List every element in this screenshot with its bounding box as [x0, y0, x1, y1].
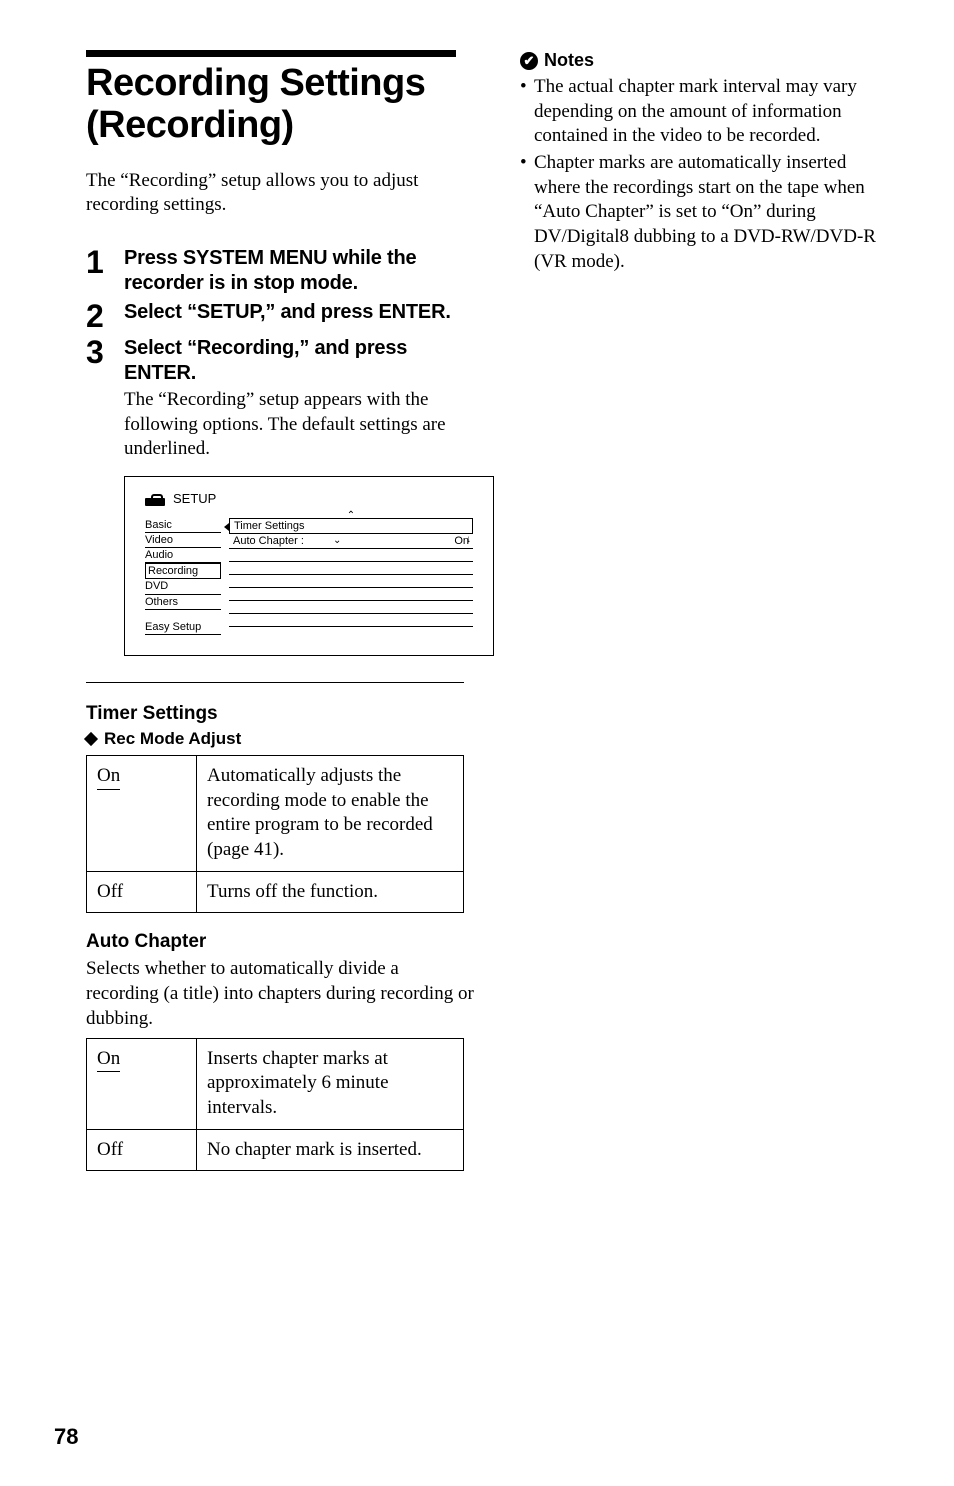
menu-item-dvd: DVD [145, 579, 221, 594]
step-1: 1 Press SYSTEM MENU while the recorder i… [86, 246, 476, 296]
option-key-cell: On [87, 1038, 197, 1129]
diamond-bullet-icon [84, 732, 98, 746]
option-desc-cell: No chapter mark is inserted. [197, 1129, 464, 1171]
table-row: On Inserts chapter marks at approximatel… [87, 1038, 464, 1129]
steps-list: 1 Press SYSTEM MENU while the recorder i… [86, 246, 476, 462]
divider [86, 682, 464, 683]
option-key-cell: On [87, 756, 197, 872]
option-desc-cell: Automatically adjusts the recording mode… [197, 756, 464, 872]
setup-header: SETUP [145, 491, 473, 506]
menu-blank-row [229, 575, 473, 588]
notes-icon: ✔ [520, 52, 538, 70]
menu-blank-row [229, 588, 473, 601]
setup-screenshot: SETUP Basic Video Audio Recording DVD Ot… [124, 476, 494, 656]
step-body: Press SYSTEM MENU while the recorder is … [124, 246, 476, 296]
step-body: Select “Recording,” and press ENTER. The… [124, 336, 476, 462]
option-key-cell: Off [87, 871, 197, 913]
step-title: Press SYSTEM MENU while the recorder is … [124, 246, 476, 296]
auto-chapter-table: On Inserts chapter marks at approximatel… [86, 1038, 464, 1172]
left-column: Recording Settings (Recording) The “Reco… [86, 50, 476, 1171]
notes-heading: ✔ Notes [520, 50, 884, 71]
intro-text: The “Recording” setup allows you to adju… [86, 169, 476, 218]
step-3: 3 Select “Recording,” and press ENTER. T… [86, 336, 476, 462]
two-column-layout: Recording Settings (Recording) The “Reco… [86, 50, 884, 1171]
setup-menu-right: ⌃ Timer Settings Auto Chapter : ⌄ On ↓ [229, 518, 473, 645]
rec-mode-subheading-label: Rec Mode Adjust [104, 729, 241, 749]
setup-menu-left: Basic Video Audio Recording DVD Others E… [145, 518, 221, 645]
menu-blank-row [229, 601, 473, 614]
step-2: 2 Select “SETUP,” and press ENTER. [86, 300, 476, 332]
menu-item-recording-selected: Recording [145, 563, 221, 579]
option-key: On [97, 1047, 120, 1073]
page-number: 78 [54, 1424, 78, 1450]
caret-down-small-icon: ⌄ [333, 535, 341, 546]
rec-mode-table: On Automatically adjusts the recording m… [86, 755, 464, 913]
menu-blank-row [229, 549, 473, 562]
option-desc-cell: Inserts chapter marks at approximately 6… [197, 1038, 464, 1129]
notes-list: The actual chapter mark interval may var… [520, 75, 884, 275]
table-row: On Automatically adjusts the recording m… [87, 756, 464, 872]
rec-mode-subheading: Rec Mode Adjust [86, 729, 476, 749]
auto-chapter-heading: Auto Chapter [86, 931, 476, 953]
menu-item-others: Others [145, 595, 221, 610]
right-column: ✔ Notes The actual chapter mark interval… [520, 50, 884, 1171]
table-row: Off No chapter mark is inserted. [87, 1129, 464, 1171]
menu-right-row-label: Auto Chapter : [233, 535, 304, 547]
setup-menu: Basic Video Audio Recording DVD Others E… [145, 518, 473, 645]
menu-item-audio: Audio [145, 548, 221, 563]
step-body: Select “SETUP,” and press ENTER. [124, 300, 476, 325]
note-item: Chapter marks are automatically inserted… [520, 151, 884, 274]
menu-right-auto-chapter: Auto Chapter : ⌄ On [229, 534, 473, 549]
option-key: On [97, 764, 120, 790]
auto-chapter-para: Selects whether to automatically divide … [86, 957, 476, 1031]
menu-right-timer-settings: Timer Settings [229, 518, 473, 534]
page-title: Recording Settings (Recording) [86, 63, 476, 147]
step-number: 1 [86, 246, 124, 278]
title-rule [86, 50, 456, 57]
menu-blank-row [229, 614, 473, 627]
table-row: Off Turns off the function. [87, 871, 464, 913]
option-desc-cell: Turns off the function. [197, 871, 464, 913]
arrow-down-icon: ↓ [466, 534, 471, 545]
page: Recording Settings (Recording) The “Reco… [0, 0, 954, 1486]
menu-item-basic: Basic [145, 518, 221, 533]
toolbox-icon [145, 492, 165, 506]
option-key: Off [97, 881, 123, 902]
note-item: The actual chapter mark interval may var… [520, 75, 884, 149]
menu-item-easy-setup: Easy Setup [145, 620, 221, 635]
step-number: 3 [86, 336, 124, 368]
notes-heading-label: Notes [544, 50, 594, 71]
step-number: 2 [86, 300, 124, 332]
option-key-cell: Off [87, 1129, 197, 1171]
step-title: Select “SETUP,” and press ENTER. [124, 300, 476, 325]
step-title: Select “Recording,” and press ENTER. [124, 336, 476, 386]
setup-header-label: SETUP [173, 491, 216, 506]
menu-blank-row [229, 562, 473, 575]
timer-settings-heading: Timer Settings [86, 703, 476, 725]
option-key: Off [97, 1139, 123, 1160]
menu-item-video: Video [145, 533, 221, 548]
step-description: The “Recording” setup appears with the f… [124, 388, 476, 462]
